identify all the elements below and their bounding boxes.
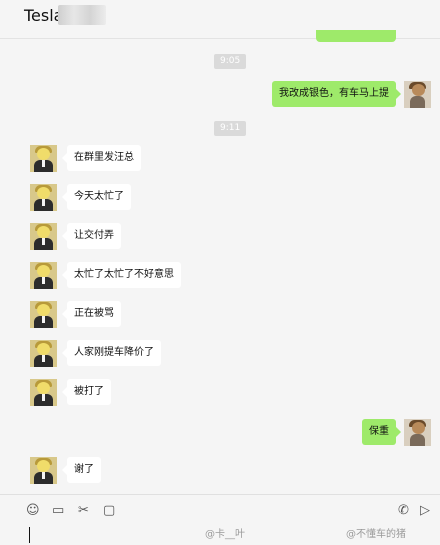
message-bubble-incoming[interactable]: 今天太忙了 (62, 184, 131, 210)
message-list[interactable]: 9:05 我改成银色，有车马上提 9:11 在群里发汪总 今天太忙了 让交付弄 … (0, 39, 440, 494)
message-input-area[interactable]: ☺ ▭ ✂ ▢ ✆ ▷ @卡__叶 @不懂车的猪 (0, 494, 440, 545)
message-bubble-incoming[interactable]: 在群里发汪总 (62, 145, 141, 171)
contact-avatar[interactable] (30, 457, 57, 484)
contact-avatar[interactable] (30, 184, 57, 211)
message-bubble-incoming[interactable]: 被打了 (62, 379, 111, 405)
chat-header: Tesla ··· ··· (0, 0, 440, 42)
contact-avatar[interactable] (30, 223, 57, 250)
text-input-caret[interactable] (29, 527, 30, 543)
more-menu-icon[interactable]: ··· (354, 0, 364, 5)
window-control-icon[interactable]: ··· (398, 0, 408, 5)
message-bubble-incoming[interactable]: 谢了 (62, 457, 101, 483)
folder-icon[interactable]: ▭ (52, 503, 64, 519)
contact-avatar[interactable] (30, 340, 57, 367)
contact-avatar[interactable] (30, 262, 57, 289)
message-bubble-incoming[interactable]: 让交付弄 (62, 223, 121, 249)
title-blurred-name (58, 5, 106, 25)
timestamp: 9:05 (214, 54, 247, 69)
my-avatar[interactable] (404, 81, 431, 108)
message-bubble-incoming[interactable]: 正在被骂 (62, 301, 121, 327)
contact-avatar[interactable] (30, 379, 57, 406)
timestamp: 9:11 (214, 121, 247, 136)
emoji-icon[interactable]: ☺ (26, 503, 40, 519)
message-bubble-outgoing[interactable]: 保重 (362, 419, 401, 445)
message-bubble-outgoing[interactable]: 我改成银色，有车马上提 (272, 81, 401, 107)
message-bubble-incoming[interactable]: 人家刚提车降价了 (62, 340, 161, 366)
watermark-left: @卡__叶 (205, 529, 245, 540)
video-call-icon[interactable]: ▷ (420, 503, 430, 519)
scissors-icon[interactable]: ✂ (78, 503, 89, 519)
contact-avatar[interactable] (30, 301, 57, 328)
my-avatar[interactable] (404, 419, 431, 446)
watermark-right: @不懂车的猪 (346, 529, 406, 540)
contact-avatar[interactable] (30, 145, 57, 172)
chat-history-icon[interactable]: ▢ (103, 503, 115, 519)
message-bubble-incoming[interactable]: 太忙了太忙了不好意思 (62, 262, 181, 288)
phone-icon[interactable]: ✆ (398, 503, 409, 519)
